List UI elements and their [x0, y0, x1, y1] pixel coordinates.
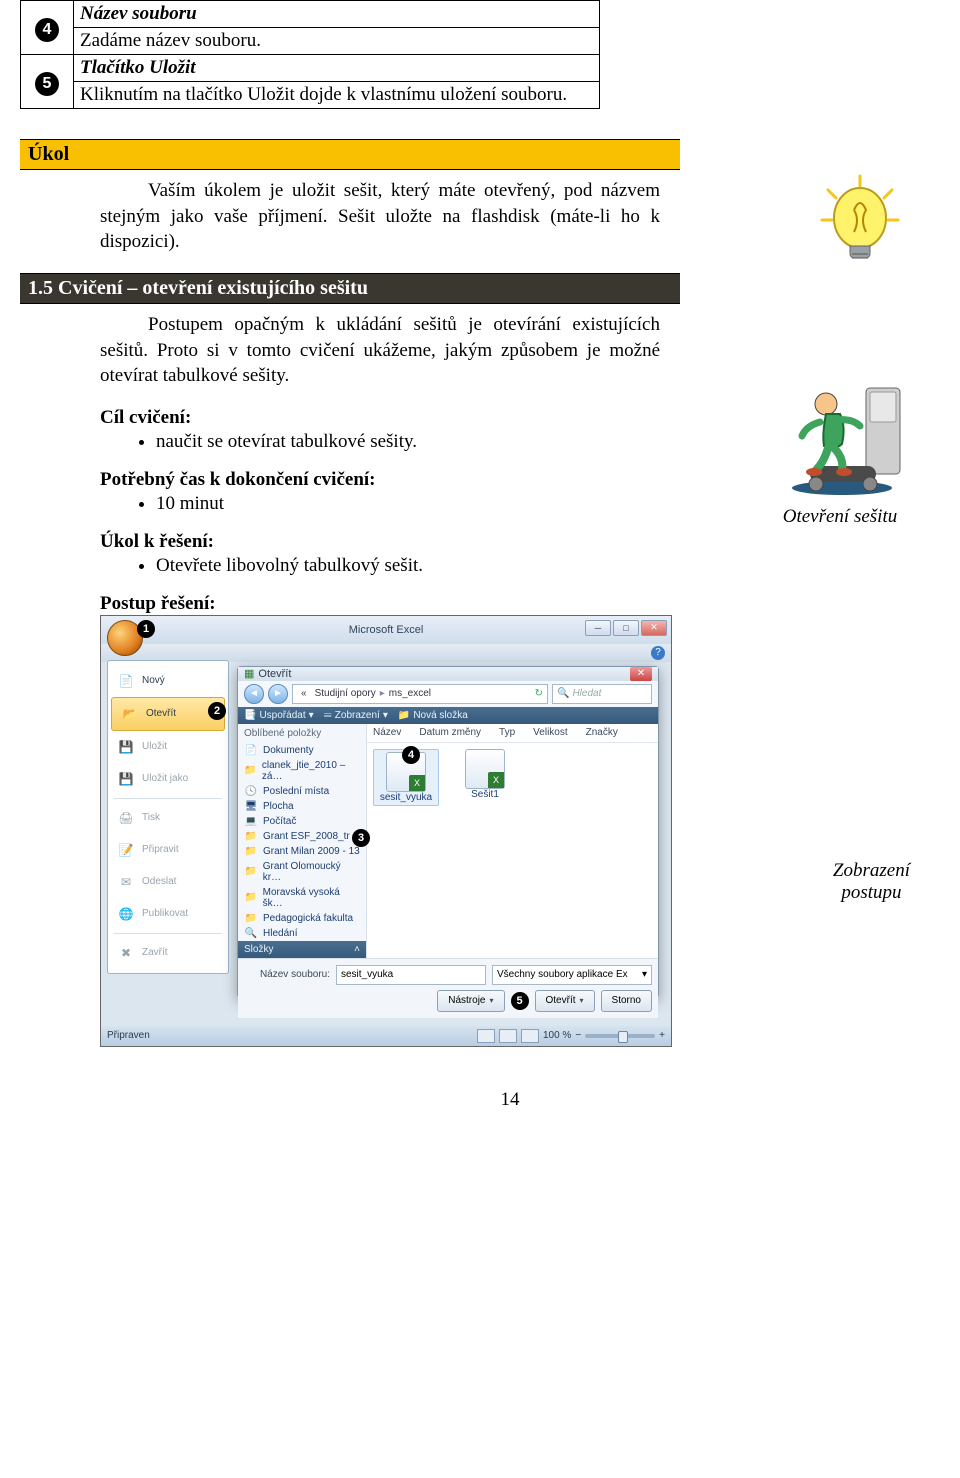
- fav-item[interactable]: 🖥Plocha: [238, 799, 366, 814]
- step-4-text: Zadáme název souboru.: [74, 28, 600, 55]
- menu-close[interactable]: ✖ Zavřít: [108, 937, 228, 969]
- views-button[interactable]: 𝍢 Zobrazení ▾: [324, 707, 388, 724]
- step-5-num: 5: [21, 55, 74, 109]
- menu-save-as[interactable]: 💾 Uložit jako: [108, 763, 228, 795]
- view-normal-button[interactable]: [477, 1029, 495, 1043]
- file-item[interactable]: X Sešit1: [455, 749, 515, 800]
- dialog-close-button[interactable]: ✕: [630, 667, 652, 681]
- nav-back-button[interactable]: ◄: [244, 684, 264, 704]
- step-4-title: Název souboru: [74, 1, 600, 28]
- maximize-button[interactable]: □: [613, 620, 639, 636]
- cancel-button[interactable]: Storno: [601, 990, 652, 1012]
- close-button[interactable]: ✕: [641, 620, 667, 636]
- new-doc-icon: 📄: [116, 671, 136, 691]
- solve-label: Úkol k řešení:: [100, 531, 920, 553]
- zoom-slider[interactable]: −+: [575, 1030, 665, 1041]
- fav-item[interactable]: 📁Grant ESF_2008_tr 3: [238, 829, 366, 844]
- view-caption-l1: Zobrazení: [833, 860, 910, 881]
- file-item-selected[interactable]: 4 X sesit_vyuka: [373, 749, 439, 806]
- exercise-text: Postupem opačným k ukládání sešitů je ot…: [100, 312, 660, 389]
- status-bar: Připraven 100 % −+: [101, 1026, 671, 1046]
- office-menu: 📄 Nový 📂 Otevřít 2 💾 Uložit 💾 Uložit jak…: [107, 660, 229, 974]
- callout-3: 3: [352, 829, 370, 847]
- open-dialog: ▦ Otevřít ✕ ◄ ► « Studijní opory ▸ ms_ex…: [237, 666, 659, 998]
- task-heading: Úkol: [20, 139, 680, 170]
- filename-input[interactable]: sesit_vyuka: [336, 965, 486, 985]
- fav-item[interactable]: 💻Počítač: [238, 814, 366, 829]
- fav-item[interactable]: 📁Grant Milan 2009 - 13: [238, 844, 366, 859]
- fav-item[interactable]: 📁Pedagogická fakulta: [238, 911, 366, 926]
- organize-button[interactable]: 📑 Uspořádat ▾: [244, 710, 314, 721]
- column-headers: Název Datum změny Typ Velikost Značky: [367, 724, 658, 743]
- send-icon: ✉: [116, 872, 136, 892]
- filename-label: Název souboru:: [244, 969, 330, 980]
- view-break-button[interactable]: [521, 1029, 539, 1043]
- folders-toggle[interactable]: Složky˄: [238, 941, 366, 958]
- callout-2: 2: [208, 702, 226, 720]
- menu-prepare[interactable]: 📝 Připravit: [108, 834, 228, 866]
- help-icon[interactable]: ?: [651, 646, 665, 660]
- excel-titlebar: 1 Microsoft Excel ─ □ ✕: [101, 616, 671, 644]
- open-folder-icon: 📂: [120, 704, 140, 724]
- menu-send[interactable]: ✉ Odeslat: [108, 866, 228, 898]
- zoom-label: 100 %: [543, 1030, 571, 1041]
- menu-save[interactable]: 💾 Uložit: [108, 731, 228, 763]
- fav-item[interactable]: 🕓Poslední místa: [238, 784, 366, 799]
- dialog-titlebar: ▦ Otevřít ✕: [238, 667, 658, 681]
- fav-item[interactable]: 📁Moravská vysoká šk…: [238, 885, 366, 911]
- menu-open[interactable]: 📂 Otevřít 2: [111, 697, 225, 731]
- view-caption-block: Zobrazení postupu: [833, 860, 910, 904]
- view-layout-button[interactable]: [499, 1029, 517, 1043]
- dialog-nav: ◄ ► « Studijní opory ▸ ms_excel ↻ 🔍 Hled…: [238, 681, 658, 707]
- status-ready: Připraven: [107, 1030, 150, 1041]
- steps-label: Postup řešení:: [100, 593, 920, 615]
- close-doc-icon: ✖: [116, 943, 136, 963]
- lightbulb-illustration: [810, 170, 910, 290]
- breadcrumb[interactable]: « Studijní opory ▸ ms_excel ↻: [292, 684, 548, 704]
- step-5-title: Tlačítko Uložit: [74, 55, 600, 82]
- step-5-text: Kliknutím na tlačítko Uložit dojde k vla…: [74, 82, 600, 109]
- page-number: 14: [100, 1089, 920, 1111]
- dialog-footer: Název souboru: sesit_vyuka Všechny soubo…: [238, 958, 658, 1018]
- exercise-heading: 1.5 Cvičení – otevření existujícího seši…: [20, 273, 680, 304]
- callout-5: 5: [511, 992, 529, 1010]
- open-caption: Otevření sešitu: [783, 506, 898, 528]
- runner-illustration: Otevření sešitu: [770, 370, 910, 528]
- dialog-title-text: Otevřít: [258, 668, 291, 680]
- nav-forward-button[interactable]: ►: [268, 684, 288, 704]
- dialog-toolbar: 📑 Uspořádat ▾ 𝍢 Zobrazení ▾ 📁 Nová složk…: [238, 707, 658, 724]
- solve-item: Otevřete libovolný tabulkový sešit.: [156, 555, 920, 577]
- step-4-num: 4: [21, 1, 74, 55]
- new-folder-button[interactable]: 📁 Nová složka: [398, 710, 468, 721]
- view-caption-l2: postupu: [841, 882, 901, 903]
- publish-icon: 🌐: [116, 904, 136, 924]
- menu-new[interactable]: 📄 Nový: [108, 665, 228, 697]
- fav-item[interactable]: 🔍Hledání: [238, 926, 366, 941]
- save-as-icon: 💾: [116, 769, 136, 789]
- menu-publish[interactable]: 🌐 Publikovat: [108, 898, 228, 930]
- callout-1: 1: [137, 620, 155, 638]
- fav-item[interactable]: 📄Dokumenty: [238, 743, 366, 758]
- menu-print[interactable]: 🖨 Tisk: [108, 802, 228, 834]
- filetype-select[interactable]: Všechny soubory aplikace Ex▾: [492, 965, 652, 985]
- excel-title: Microsoft Excel: [349, 624, 424, 636]
- tools-button[interactable]: Nástroje▾: [437, 990, 504, 1012]
- fav-item[interactable]: 📁clanek_jtie_2010 – zá…: [238, 758, 366, 784]
- prepare-icon: 📝: [116, 840, 136, 860]
- screenshot-figure: 1 Microsoft Excel ─ □ ✕ ? 📄 Nový 📂 Otevř…: [100, 615, 672, 1047]
- search-input[interactable]: 🔍 Hledat: [552, 684, 652, 704]
- favorites-pane: Oblíbené položky 📄Dokumenty 📁clanek_jtie…: [238, 724, 367, 958]
- fav-item[interactable]: 📁Grant Olomoucký kr…: [238, 859, 366, 885]
- steps-table: 4 Název souboru Zadáme název souboru. 5 …: [20, 0, 600, 109]
- print-icon: 🖨: [116, 808, 136, 828]
- task-text: Vaším úkolem je uložit sešit, který máte…: [100, 178, 660, 255]
- callout-4: 4: [402, 746, 420, 764]
- favorites-header: Oblíbené položky: [238, 724, 366, 743]
- minimize-button[interactable]: ─: [585, 620, 611, 636]
- open-button[interactable]: Otevřít▾: [535, 990, 595, 1012]
- excel-doc-icon: ▦: [244, 667, 254, 680]
- save-icon: 💾: [116, 737, 136, 757]
- search-icon: 🔍: [557, 688, 569, 699]
